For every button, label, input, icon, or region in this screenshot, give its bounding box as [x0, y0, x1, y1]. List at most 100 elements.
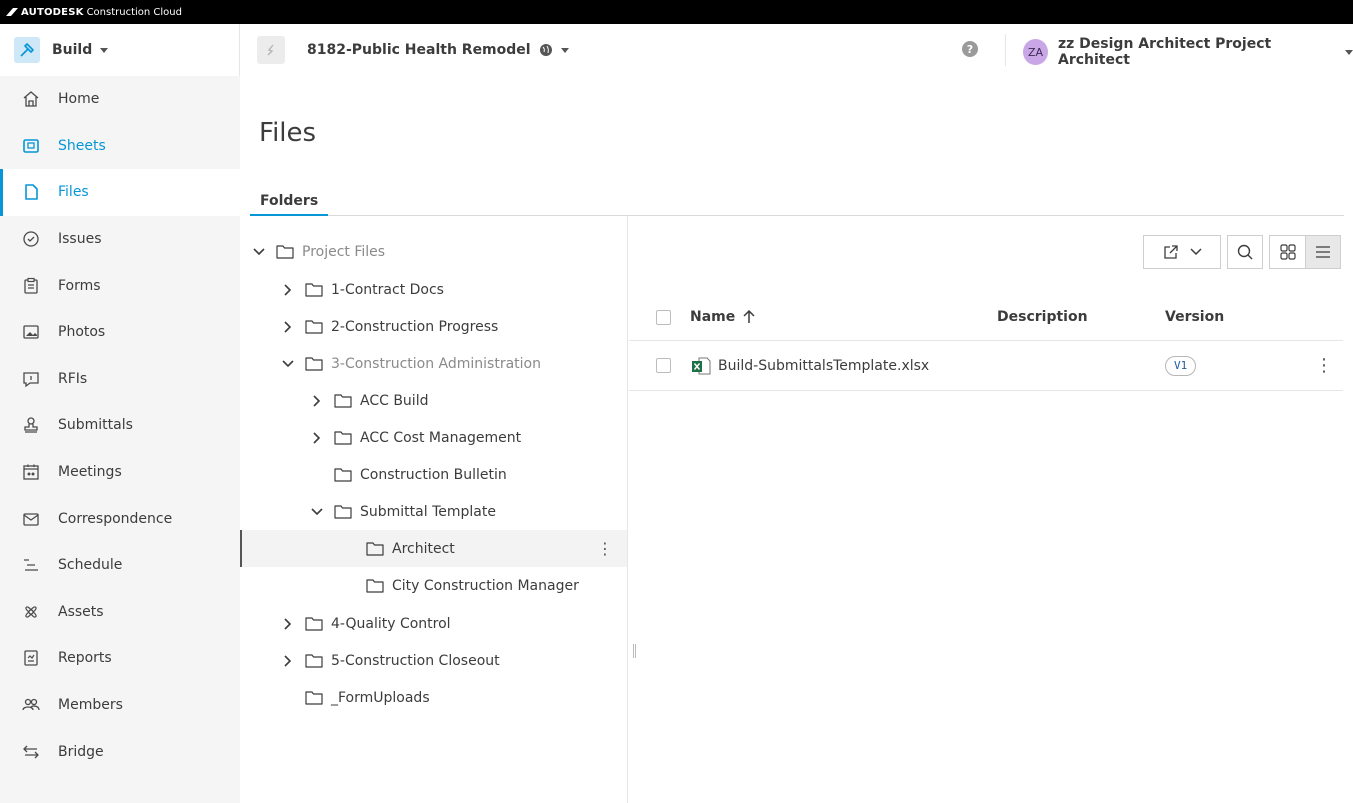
chevron-right-icon[interactable]: [310, 431, 324, 444]
chevron-right-icon[interactable]: [281, 617, 295, 630]
tab-folders[interactable]: Folders: [250, 188, 329, 216]
sidebar-item-forms[interactable]: Forms: [0, 262, 240, 309]
chevron-down-icon: [560, 47, 569, 53]
sidebar-item-label: Photos: [58, 324, 106, 341]
tree-item-form-uploads[interactable]: _FormUploads: [240, 679, 627, 716]
user-name: zz Design Architect Project Architect: [1058, 36, 1272, 68]
table-header: Name Description Version: [629, 294, 1343, 341]
sidebar-item-files[interactable]: Files: [0, 169, 240, 216]
sidebar-item-sheets[interactable]: Sheets: [0, 123, 240, 170]
project-switcher[interactable]: 8182-Public Health Remodel: [257, 36, 569, 64]
sidebar-item-bridge[interactable]: Bridge: [0, 728, 240, 775]
chevron-down-icon: [1190, 248, 1202, 256]
tree-item-project-files[interactable]: Project Files: [240, 233, 627, 270]
sidebar-item-label: Reports: [58, 650, 112, 667]
more-options-icon[interactable]: ⋮: [1315, 355, 1333, 376]
row-checkbox[interactable]: [656, 358, 671, 373]
chevron-right-icon[interactable]: [310, 394, 324, 407]
sidebar-item-home[interactable]: Home: [0, 76, 240, 123]
sidebar-item-label: Submittals: [58, 417, 133, 434]
sidebar-item-assets[interactable]: Assets: [0, 589, 240, 636]
select-all-checkbox[interactable]: [656, 309, 671, 325]
folder-icon: [305, 616, 323, 631]
sidebar-item-meetings[interactable]: Meetings: [0, 449, 240, 496]
avatar: ZA: [1023, 39, 1048, 65]
chevron-right-icon[interactable]: [281, 283, 295, 296]
tree-item-construction-administration[interactable]: 3-Construction Administration: [240, 345, 627, 382]
user-menu[interactable]: ZA zz Design Architect Project Architect: [1023, 36, 1353, 68]
arrow-up-icon[interactable]: [743, 310, 755, 324]
folder-icon: [305, 690, 323, 705]
autodesk-logo-icon: [6, 8, 18, 16]
column-version[interactable]: Version: [1165, 309, 1224, 325]
tree-item-acc-cost-management[interactable]: ACC Cost Management: [240, 419, 627, 456]
tree-item-label: City Construction Manager: [392, 577, 579, 594]
sidebar-item-label: Members: [58, 697, 123, 714]
project-name: 8182-Public Health Remodel: [307, 42, 531, 58]
chevron-down-icon[interactable]: [252, 247, 266, 256]
sidebar-item-label: Files: [58, 184, 89, 201]
excel-file-icon: [690, 356, 712, 376]
globe-icon: [539, 44, 552, 56]
grid-icon: [1279, 244, 1296, 260]
tree-item-contract-docs[interactable]: 1-Contract Docs: [240, 271, 627, 308]
tree-item-construction-progress[interactable]: 2-Construction Progress: [240, 308, 627, 345]
help-icon[interactable]: ?: [962, 41, 978, 57]
tree-item-submittal-template[interactable]: Submittal Template: [240, 493, 627, 530]
sidebar-item-rfis[interactable]: RFIs: [0, 356, 240, 403]
tree-item-construction-bulletin[interactable]: Construction Bulletin: [240, 456, 627, 493]
tab-bar: Folders: [250, 188, 1344, 216]
members-icon: [21, 695, 41, 715]
more-options-icon[interactable]: ⋮: [597, 539, 613, 558]
chevron-down-icon[interactable]: [281, 359, 295, 368]
sheets-icon: [21, 136, 41, 156]
sidebar-item-label: Sheets: [58, 137, 106, 154]
table-row[interactable]: Build-SubmittalsTemplate.xlsx V1 ⋮: [629, 341, 1343, 391]
grid-view-button[interactable]: [1269, 235, 1305, 269]
tree-item-label: Architect: [392, 540, 455, 557]
sidebar-item-members[interactable]: Members: [0, 682, 240, 729]
tree-item-architect[interactable]: Architect ⋮: [240, 530, 627, 567]
version-badge[interactable]: V1: [1165, 355, 1197, 376]
list-view-button[interactable]: [1305, 235, 1341, 269]
file-name[interactable]: Build-SubmittalsTemplate.xlsx: [718, 358, 929, 374]
column-name[interactable]: Name: [690, 309, 735, 325]
column-description[interactable]: Description: [997, 309, 1088, 325]
list-icon: [1316, 246, 1330, 258]
app-header: Build 8182-Public Health Remodel ? ZA zz…: [0, 24, 1353, 76]
sidebar-item-label: Meetings: [58, 464, 122, 481]
chevron-right-icon[interactable]: [281, 654, 295, 667]
sidebar-item-reports[interactable]: Reports: [0, 635, 240, 682]
search-icon: [1237, 244, 1253, 260]
sidebar-item-schedule[interactable]: Schedule: [0, 542, 240, 589]
submittals-icon: [21, 415, 41, 435]
main-content: Files Folders Project Files 1-Contract D…: [240, 76, 1353, 803]
tree-item-city-construction-manager[interactable]: City Construction Manager: [240, 567, 627, 604]
home-icon: [21, 89, 41, 109]
tree-item-label: 2-Construction Progress: [331, 318, 499, 335]
sidebar-item-issues[interactable]: Issues: [0, 216, 240, 263]
sidebar-item-photos[interactable]: Photos: [0, 309, 240, 356]
sidebar-item-correspondence[interactable]: Correspondence: [0, 495, 240, 542]
bridge-icon: [21, 742, 41, 762]
tree-item-construction-closeout[interactable]: 5-Construction Closeout: [240, 642, 627, 679]
chevron-down-icon[interactable]: [310, 507, 324, 516]
files-panel: Name Description Version Build-Submittal…: [629, 216, 1353, 803]
sidebar-item-submittals[interactable]: Submittals: [0, 402, 240, 449]
header-divider: [1005, 34, 1006, 66]
search-button[interactable]: [1227, 235, 1263, 269]
sidebar-item-label: Schedule: [58, 557, 123, 574]
tree-item-quality-control[interactable]: 4-Quality Control: [240, 605, 627, 642]
folder-tree: Project Files 1-Contract Docs 2-Construc…: [240, 216, 628, 803]
tree-item-acc-build[interactable]: ACC Build: [240, 382, 627, 419]
sidebar-item-label: Assets: [58, 603, 104, 620]
sidebar-item-label: Correspondence: [58, 510, 173, 527]
share-button[interactable]: [1143, 235, 1221, 269]
chevron-down-icon: [100, 47, 109, 53]
chevron-right-icon[interactable]: [281, 320, 295, 333]
tree-item-label: 5-Construction Closeout: [331, 652, 500, 669]
module-switcher[interactable]: Build: [0, 24, 240, 76]
tree-item-label: Project Files: [302, 243, 386, 260]
meetings-icon: [21, 462, 41, 482]
assets-icon: [21, 602, 41, 622]
